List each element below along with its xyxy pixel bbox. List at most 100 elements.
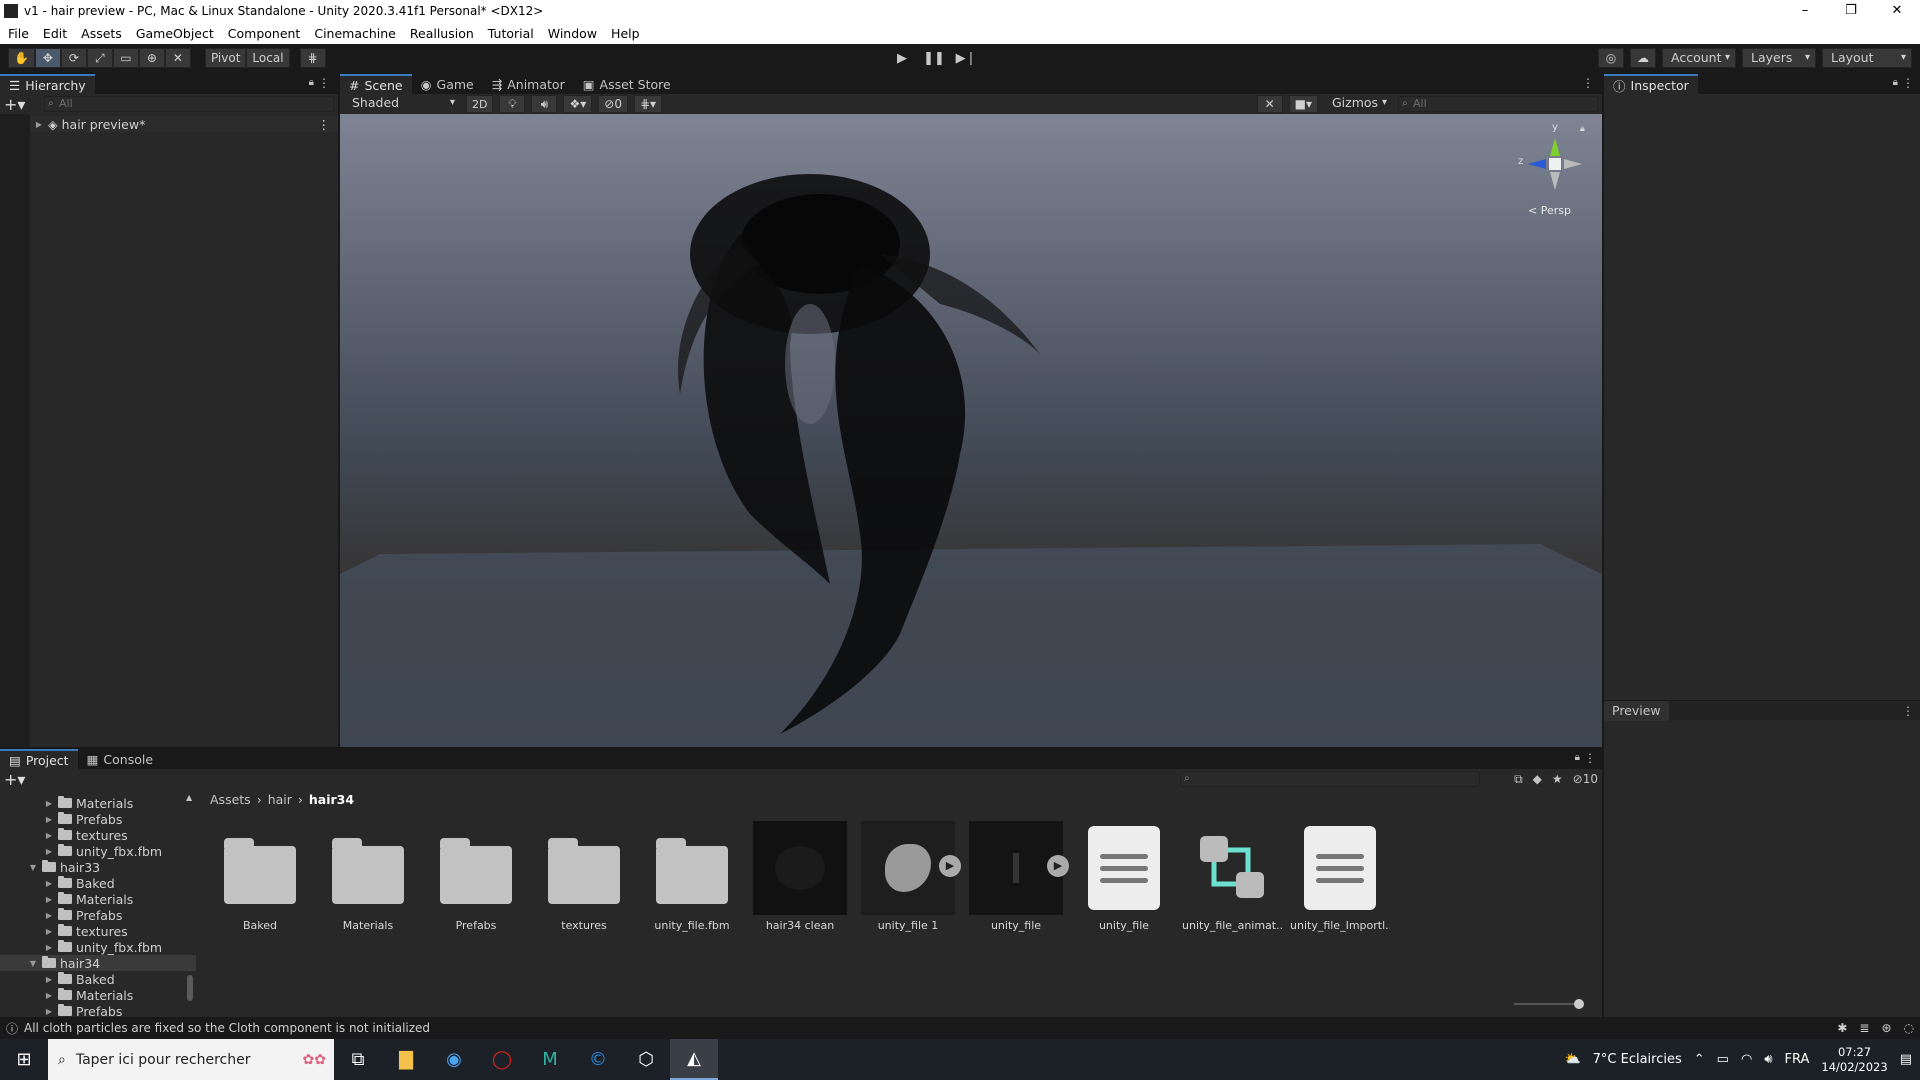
bake-icon[interactable]: ◌ [1904, 1021, 1914, 1035]
windows-start-icon[interactable]: ⊞ [0, 1039, 48, 1080]
hierarchy-search-input[interactable]: All [44, 96, 334, 112]
file-explorer-icon[interactable]: ▇ [382, 1039, 430, 1080]
weather-text[interactable]: 7°C Eclaircies [1593, 1052, 1682, 1067]
menu-help[interactable]: Help [611, 26, 640, 41]
unity-editor-icon[interactable]: ◭ [670, 1039, 718, 1080]
scene-viewport[interactable]: y z 🔒︎ < Persp [340, 114, 1602, 747]
scene-panel-menu-icon[interactable]: ⋮ [1582, 76, 1594, 90]
expand-arrow-icon[interactable]: ▶ [44, 975, 54, 984]
character-creator-icon[interactable]: © [574, 1039, 622, 1080]
lock-icon[interactable]: 🔒︎ [309, 77, 314, 88]
grid-toggle-icon[interactable]: ⋕▾ [633, 95, 663, 113]
search-by-type-icon[interactable]: ⧉ [1514, 772, 1523, 787]
task-view-icon[interactable]: ⧉ [334, 1039, 382, 1080]
breadcrumb-assets[interactable]: Assets [210, 792, 251, 807]
notifications-icon[interactable]: ▤ [1900, 1052, 1912, 1067]
close-button[interactable]: ✕ [1874, 0, 1920, 22]
project-tree-row[interactable]: ▶ Materials [0, 987, 196, 1003]
menu-cinemachine[interactable]: Cinemachine [314, 26, 396, 41]
menu-assets[interactable]: Assets [81, 26, 122, 41]
tools-settings-icon[interactable]: ✕ [1256, 95, 1283, 113]
project-tree-row[interactable]: ▶ Baked [0, 875, 196, 891]
expand-arrow-icon[interactable]: ▶ [44, 831, 54, 840]
maximize-button[interactable]: ❐ [1828, 0, 1874, 22]
gizmo-lock-icon[interactable]: 🔒︎ [1580, 124, 1585, 134]
project-tree-row[interactable]: ▶ Prefabs [0, 1003, 196, 1018]
asset-item[interactable]: unity_file_Importl... [1290, 821, 1390, 932]
collapse-arrow-icon[interactable]: ▼ [28, 863, 38, 872]
progress-icon[interactable]: ≣ [1859, 1021, 1869, 1035]
expand-arrow-icon[interactable]: ▶ [44, 895, 54, 904]
minimize-button[interactable]: – [1782, 0, 1828, 22]
project-tree-row[interactable]: ▶ Prefabs [0, 907, 196, 923]
chrome-icon[interactable]: ◉ [430, 1039, 478, 1080]
2d-toggle-button[interactable]: 2D [466, 95, 494, 113]
scene-menu-icon[interactable]: ⋮ [318, 117, 331, 132]
account-dropdown[interactable]: Account [1662, 48, 1736, 68]
menu-reallusion[interactable]: Reallusion [410, 26, 474, 41]
tab-hierarchy[interactable]: ☰ Hierarchy [0, 74, 95, 94]
project-tree-row[interactable]: ▼ hair34 [0, 955, 196, 971]
effects-toggle-icon[interactable]: ❖▾ [563, 95, 593, 113]
icon-size-slider[interactable] [1514, 999, 1584, 1009]
tab-inspector[interactable]: ⓘ Inspector [1604, 74, 1698, 94]
maya-icon[interactable]: M [526, 1039, 574, 1080]
camera-settings-icon[interactable]: ■▾ [1288, 95, 1318, 113]
asset-item[interactable]: textures [534, 821, 634, 932]
step-button-icon[interactable]: ▶❘ [952, 48, 980, 68]
layout-dropdown[interactable]: Layout [1822, 48, 1912, 68]
cloud-icon[interactable]: ☁ [1630, 48, 1656, 68]
menu-file[interactable]: File [8, 26, 29, 41]
auto-generate-icon[interactable]: ⊛ [1881, 1021, 1891, 1035]
hierarchy-scene-row[interactable]: ▶ ◈ hair preview* ⋮ [30, 116, 338, 132]
language-indicator[interactable]: FRA [1785, 1052, 1810, 1067]
local-toggle-button[interactable]: Local [246, 48, 290, 68]
menu-component[interactable]: Component [228, 26, 301, 41]
lighting-toggle-icon[interactable]: 💡︎ [499, 95, 526, 113]
asset-item[interactable]: unity_file.fbm [642, 821, 742, 932]
project-tree-row[interactable]: ▶ Materials [0, 795, 196, 811]
expand-arrow-icon[interactable]: ▶ [34, 120, 44, 129]
perspective-label[interactable]: < Persp [1528, 204, 1571, 217]
project-menu-icon[interactable]: ⋮ [1584, 751, 1596, 765]
custom-tool-icon[interactable]: ✕ [164, 48, 191, 68]
status-message[interactable]: All cloth particles are fixed so the Clo… [24, 1021, 430, 1035]
project-lock-icon[interactable]: 🔒︎ [1575, 752, 1580, 763]
tree-scrollbar[interactable]: ▲ [186, 789, 194, 1017]
meet-icon[interactable]: ▭ [1717, 1052, 1729, 1067]
expand-arrow-icon[interactable]: ▶ [44, 943, 54, 952]
asset-item[interactable]: hair34 clean [750, 821, 850, 932]
audio-toggle-icon[interactable]: 🔊︎ [531, 95, 558, 113]
rect-tool-icon[interactable]: ▭ [112, 48, 139, 68]
menu-gameobject[interactable]: GameObject [136, 26, 214, 41]
tab-game[interactable]: ◉ Game [411, 74, 483, 94]
asset-item[interactable]: unity_file_animat... [1182, 821, 1282, 932]
hidden-objects-toggle[interactable]: ⊘ 0 [598, 95, 628, 113]
asset-item[interactable]: ▶ unity_file 1 [858, 821, 961, 932]
pause-button-icon[interactable]: ❚❚ [920, 48, 948, 68]
project-tree-row[interactable]: ▶ Materials [0, 891, 196, 907]
project-tree-row[interactable]: ▶ Baked [0, 971, 196, 987]
expand-arrow-icon[interactable]: ▶ [44, 991, 54, 1000]
scene-search-input[interactable]: All [1398, 96, 1598, 112]
expand-arrow-icon[interactable]: ▶ [44, 927, 54, 936]
expand-arrow-icon[interactable]: ▶ [44, 1007, 54, 1016]
gizmos-dropdown[interactable]: Gizmos [1324, 94, 1392, 114]
breadcrumb-hair[interactable]: hair [268, 792, 292, 807]
menu-edit[interactable]: Edit [43, 26, 67, 41]
project-tree-row[interactable]: ▶ Prefabs [0, 811, 196, 827]
rotate-tool-icon[interactable]: ⟳ [60, 48, 87, 68]
hidden-packages-toggle[interactable]: ⊘10 [1573, 772, 1598, 786]
collapse-arrow-icon[interactable]: ▼ [28, 959, 38, 968]
tab-animator[interactable]: ⇶ Animator [482, 74, 574, 94]
inspector-menu-icon[interactable]: ⋮ [1902, 76, 1914, 90]
opera-icon[interactable]: ◯ [478, 1039, 526, 1080]
tab-scene[interactable]: # Scene [340, 74, 412, 94]
pivot-toggle-button[interactable]: Pivot [204, 48, 247, 68]
project-search-input[interactable] [1180, 771, 1480, 787]
tab-console[interactable]: ▦ Console [77, 749, 163, 769]
expand-arrow-icon[interactable]: ▶ [44, 799, 54, 808]
asset-item[interactable]: unity_file [1074, 821, 1174, 932]
expand-arrow-icon[interactable]: ▶ [44, 847, 54, 856]
asset-item[interactable]: ▶ unity_file [966, 821, 1069, 932]
